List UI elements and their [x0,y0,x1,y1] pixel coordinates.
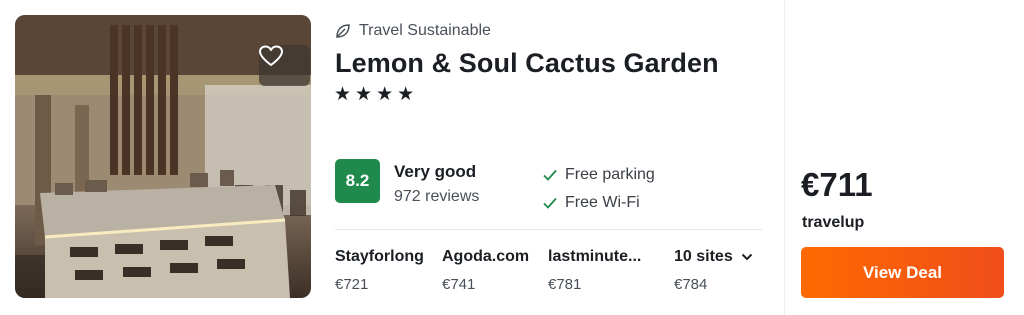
more-sites-price: €784 [674,276,708,293]
provider-name: lastminute... [548,248,642,265]
leaf-icon [336,24,350,38]
amenity-label: Free Wi-Fi [565,194,640,211]
provider-name: Agoda.com [442,248,530,265]
review-count[interactable]: 972 reviews [394,188,479,206]
check-icon [543,169,557,181]
divider [784,0,785,315]
view-deal-button[interactable]: View Deal [801,247,1004,298]
chevron-down-icon [741,253,752,261]
provider-price-agoda[interactable]: Agoda.com €741 [442,248,529,293]
more-sites-dropdown[interactable]: 10 sites €784 [674,248,753,293]
divider [335,229,762,230]
best-deal-price: €711 [801,166,873,203]
more-sites-toggle[interactable]: 10 sites [674,248,753,266]
provider-price-stayforlong[interactable]: Stayforlong €721 [335,248,424,293]
provider-price: €781 [548,276,582,293]
amenity-item: Free Wi-Fi [543,192,640,214]
provider-name: Stayforlong [335,248,424,265]
review-rating-label: Very good [394,162,477,181]
provider-price: €741 [442,276,476,293]
provider-price: €721 [335,276,369,293]
amenity-item: Free parking [543,164,655,186]
review-score-badge: 8.2 [335,159,380,203]
hotel-name[interactable]: Lemon & Soul Cactus Garden [335,48,719,79]
check-icon [543,197,557,209]
more-sites-label: 10 sites [674,248,733,265]
sustainability-label: Travel Sustainable [359,22,491,39]
best-deal-provider: travelup [802,214,865,231]
amenity-label: Free parking [565,166,655,183]
travel-sustainable-tag: Travel Sustainable [335,21,491,41]
hotel-result-card[interactable]: Travel Sustainable Lemon & Soul Cactus G… [0,0,1024,315]
provider-price-lastminute[interactable]: lastminute... €781 [548,248,658,293]
heart-icon [259,45,283,66]
favorite-button[interactable] [259,45,310,86]
star-rating: ★★★★ [334,84,419,105]
hotel-photo[interactable] [15,15,311,298]
